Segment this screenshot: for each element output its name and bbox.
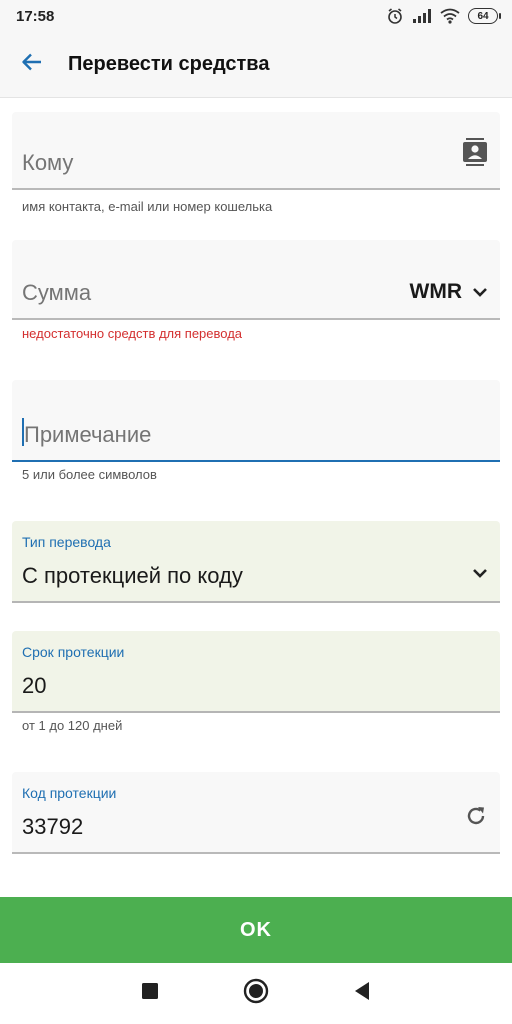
navigation-bar — [0, 963, 512, 1024]
protection-code-field[interactable]: Код протекции 33792 — [12, 772, 500, 854]
chevron-down-icon — [472, 567, 488, 579]
home-circle-icon — [243, 978, 269, 1009]
amount-placeholder: Сумма — [22, 280, 92, 305]
recipient-field[interactable]: Кому — [12, 112, 500, 190]
transfer-type-label: Тип перевода — [22, 534, 111, 550]
note-placeholder: Примечание — [24, 422, 152, 447]
page-title: Перевести средства — [68, 53, 270, 75]
protection-period-value: 20 — [22, 673, 47, 698]
signal-icon — [412, 8, 432, 24]
refresh-icon — [464, 804, 488, 833]
recents-square-icon — [141, 982, 159, 1005]
wifi-icon — [440, 8, 460, 24]
recipient-helper: имя контакта, e-mail или номер кошелька — [22, 199, 273, 214]
back-triangle-icon — [353, 981, 371, 1006]
amount-error: недостаточно средств для перевода — [22, 326, 243, 341]
recents-button[interactable] — [97, 982, 203, 1005]
currency-value: WMR — [409, 280, 462, 303]
recipient-placeholder: Кому — [22, 150, 74, 175]
protection-code-label: Код протекции — [22, 785, 117, 801]
protection-period-helper: от 1 до 120 дней — [22, 718, 123, 733]
protection-period-field[interactable]: Срок протекции 20 — [12, 631, 500, 713]
contacts-button[interactable] — [462, 138, 488, 171]
currency-select[interactable]: WMR — [410, 280, 488, 304]
note-field[interactable]: Примечание — [12, 380, 500, 462]
alarm-icon — [386, 7, 404, 25]
protection-code-value: 33792 — [22, 814, 84, 839]
app-bar: Перевести средства — [0, 32, 512, 98]
status-bar: 17:58 64 — [0, 0, 512, 32]
home-button[interactable] — [203, 978, 309, 1009]
arrow-left-icon — [20, 50, 44, 79]
system-back-button[interactable] — [309, 981, 415, 1006]
contacts-icon — [462, 138, 488, 171]
battery-icon: 64 — [468, 8, 501, 24]
status-time: 17:58 — [16, 7, 55, 25]
screen: 17:58 64 Перевести средства Кому имя кон… — [0, 0, 512, 1024]
note-helper: 5 или более символов — [22, 467, 157, 482]
status-icons: 64 — [386, 7, 501, 25]
ok-button[interactable]: OK — [0, 897, 512, 963]
chevron-down-icon — [472, 280, 488, 304]
back-button[interactable] — [0, 32, 64, 98]
transfer-type-select[interactable]: Тип перевода С протекцией по коду — [12, 521, 500, 603]
amount-field[interactable]: Сумма WMR — [12, 240, 500, 320]
protection-period-label: Срок протекции — [22, 644, 125, 660]
refresh-code-button[interactable] — [464, 804, 488, 833]
transfer-type-value: С протекцией по коду — [22, 563, 243, 588]
